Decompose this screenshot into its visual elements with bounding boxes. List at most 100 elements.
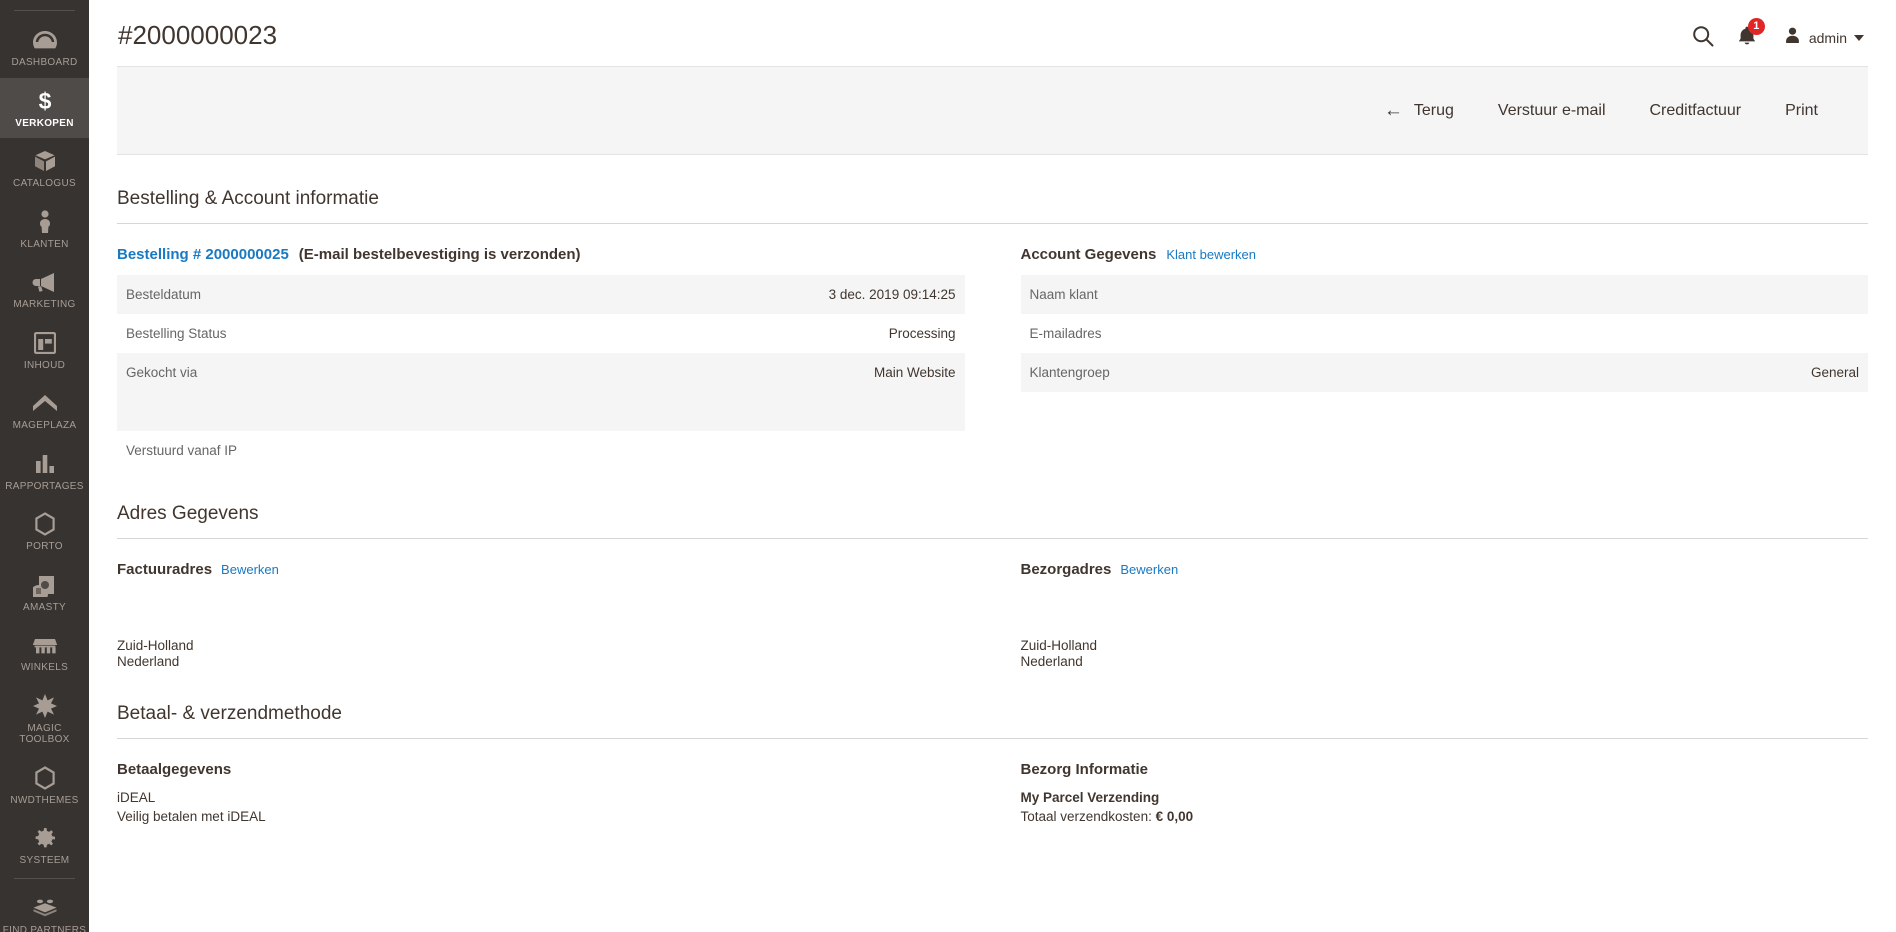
shipping-address-line1: Zuid-Holland (1020, 638, 1098, 653)
table-row: Besteldatum 3 dec. 2019 09:14:25 (117, 275, 965, 314)
credit-memo-button-label: Creditfactuur (1649, 101, 1742, 119)
sidebar-item-rapportages[interactable]: Rapportages (0, 441, 89, 502)
layout-panels-icon (30, 330, 60, 356)
header-tools: 1 admin (1681, 18, 1868, 53)
sidebar-item-label: Porto (26, 541, 63, 552)
row-label: Verstuurd vanaf IP (126, 443, 238, 458)
sidebar-item-catalogus[interactable]: Catalogus (0, 138, 89, 199)
row-value: Processing (888, 326, 956, 341)
sidebar-item-klanten[interactable]: Klanten (0, 199, 89, 260)
edit-billing-address-link[interactable]: Bewerken (221, 562, 279, 577)
send-email-button-label: Verstuur e-mail (1497, 101, 1606, 119)
table-row: E-mailadres (1021, 314, 1869, 353)
table-row: Naam klant (1020, 275, 1868, 314)
edit-shipping-address-link[interactable]: Bewerken (1120, 562, 1178, 577)
sidebar-item-find-partners[interactable]: Find Partners (0, 885, 89, 932)
print-button[interactable]: Print (1763, 94, 1840, 128)
order-actions-toolbar: ← Terug Verstuur e-mail Creditfactuur Pr… (117, 66, 1868, 155)
row-label: Besteldatum (126, 287, 202, 302)
row-value (1534, 275, 1868, 314)
billing-address-body: Zuid-Holland Nederland (117, 638, 965, 670)
main-content: #2000000023 1 admin ← Terug Verstuur e-m… (89, 0, 1896, 932)
search-button[interactable] (1681, 23, 1725, 53)
sidebar-item-magic-toolbox[interactable]: Magic Toolbox (0, 683, 89, 755)
billing-address-heading: Factuuradres Bewerken (117, 561, 965, 578)
credit-memo-button[interactable]: Creditfactuur (1628, 94, 1764, 128)
payment-columns: Betaalgegevens iDEAL Veilig betalen met … (117, 739, 1868, 826)
order-information-table: Besteldatum 3 dec. 2019 09:14:25 Bestell… (117, 275, 965, 470)
notifications-button[interactable]: 1 (1725, 18, 1769, 53)
sidebar-divider-top (14, 10, 75, 11)
sidebar-item-label: Verkopen (15, 117, 74, 129)
page-title: #2000000023 (118, 20, 278, 50)
billing-address-line1: Zuid-Holland (117, 638, 194, 653)
box-icon (30, 148, 60, 174)
sidebar-item-systeem[interactable]: Systeem (0, 815, 89, 876)
shipping-address-line2: Nederland (1020, 654, 1083, 669)
row-value: General (1810, 365, 1859, 380)
account-section-title: Account Gegevens (1020, 246, 1157, 263)
sidebar-item-inhoud[interactable]: Inhoud (0, 320, 89, 381)
sidebar-item-marketing[interactable]: Marketing (0, 259, 89, 320)
send-email-button[interactable]: Verstuur e-mail (1476, 94, 1628, 128)
row-label: E-mailadres (1029, 326, 1102, 341)
billing-address-line2: Nederland (117, 654, 180, 669)
row-label: Bestelling Status (126, 326, 227, 341)
back-button[interactable]: ← Terug (1362, 94, 1476, 128)
sidebar-item-label: Marketing (13, 299, 76, 310)
shipping-address-heading: Bezorgadres Bewerken (1021, 561, 1869, 578)
bar-chart-icon (30, 451, 60, 477)
row-value (1534, 314, 1868, 353)
chevron-down-icon (1854, 35, 1864, 41)
shipping-cost-value: € 0,00 (1155, 809, 1194, 824)
table-row: Bestelling Status Processing (117, 314, 965, 353)
dashboard-gauge-icon (30, 27, 60, 53)
sidebar-item-verkopen[interactable]: $ Verkopen (0, 77, 89, 138)
notification-count-badge: 1 (1747, 18, 1765, 35)
shipping-cost-label: Totaal verzendkosten: (1020, 809, 1156, 824)
sidebar-item-amasty[interactable]: Amasty (0, 562, 89, 623)
row-label: Klantengroep (1029, 365, 1110, 380)
edit-customer-link[interactable]: Klant bewerken (1166, 247, 1256, 262)
shipping-cost-row: Totaal verzendkosten: € 0,00 (1021, 807, 1869, 826)
user-avatar-icon (1783, 26, 1802, 50)
sidebar-item-label: Klanten (20, 238, 69, 250)
sidebar-item-label: Find Partners (2, 924, 87, 932)
admin-page: Dashboard $ Verkopen Catalogus Klanten M… (0, 0, 1896, 932)
sidebar-item-porto[interactable]: Porto (0, 501, 89, 562)
payment-section-title: Betaal- & verzendmethode (117, 670, 1868, 739)
payment-block-title: Betaalgegevens (117, 761, 232, 778)
back-button-label: Terug (1413, 101, 1454, 119)
shipping-address-title: Bezorgadres (1020, 561, 1112, 578)
amasty-a-icon (30, 572, 60, 598)
account-information-heading: Account Gegevens Klant bewerken (1021, 224, 1869, 275)
sidebar-item-winkels[interactable]: Winkels (0, 622, 89, 683)
person-icon (30, 209, 60, 235)
admin-user-name: admin (1808, 30, 1847, 46)
account-information-block: Account Gegevens Klant bewerken Naam kla… (1020, 224, 1869, 470)
admin-user-menu[interactable]: admin (1783, 26, 1864, 50)
megaphone-icon (30, 269, 60, 295)
sidebar-item-mageplaza[interactable]: Mageplaza (0, 380, 89, 441)
order-view-content: Bestelling & Account informatie Bestelli… (89, 155, 1896, 826)
address-section-title: Adres Gegevens (117, 470, 1868, 539)
order-account-section-title: Bestelling & Account informatie (117, 155, 1868, 224)
row-value (521, 431, 964, 470)
hexagon-icon (30, 765, 60, 791)
sidebar-item-label: Rapportages (5, 480, 84, 492)
billing-address-block: Factuuradres Bewerken Zuid-Holland Neder… (117, 539, 965, 670)
row-label: Naam klant (1029, 287, 1098, 302)
sidebar-item-nwdthemes[interactable]: Nwdthemes (0, 755, 89, 816)
sidebar-item-dashboard[interactable]: Dashboard (0, 17, 89, 78)
order-information-heading: Bestelling # 2000000025 (E-mail bestelbe… (117, 224, 965, 275)
svg-text:$: $ (38, 89, 51, 113)
payment-information-block: Betaalgegevens iDEAL Veilig betalen met … (117, 739, 965, 826)
payment-method-name: iDEAL (117, 790, 156, 805)
sparkle-star-icon (30, 693, 60, 719)
sidebar-item-label: Amasty (23, 601, 66, 613)
order-number-link[interactable]: Bestelling # 2000000025 (117, 246, 289, 263)
sidebar-item-label: Systeem (19, 855, 70, 866)
order-account-columns: Bestelling # 2000000025 (E-mail bestelbe… (117, 224, 1868, 470)
sidebar-item-label: Winkels (20, 662, 69, 673)
table-row: Verstuurd vanaf IP (117, 431, 965, 470)
